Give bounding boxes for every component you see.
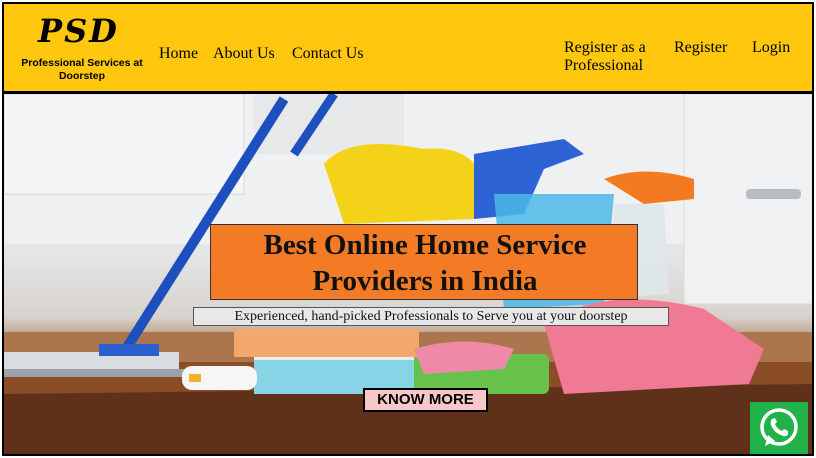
hero-banner: Best Online Home Service Providers in In… xyxy=(4,94,812,454)
nav-home-link[interactable]: Home xyxy=(159,45,198,63)
know-more-button[interactable]: KNOW MORE xyxy=(363,388,488,412)
hero-headline: Best Online Home Service Providers in In… xyxy=(263,229,587,297)
whatsapp-button[interactable] xyxy=(750,402,808,454)
nav-register-link[interactable]: Register xyxy=(674,39,727,57)
site-header: PSD Professional Services at Doorstep Ho… xyxy=(4,4,812,94)
page-frame: PSD Professional Services at Doorstep Ho… xyxy=(2,2,814,456)
logo-subtitle: Professional Services at Doorstep xyxy=(21,57,143,82)
nav-about-link[interactable]: About Us xyxy=(213,45,275,63)
hero-subtitle: Experienced, hand-picked Professionals t… xyxy=(193,307,669,326)
headline-box: Best Online Home Service Providers in In… xyxy=(210,224,638,300)
nav-register-professional-link[interactable]: Register as a Professional xyxy=(564,39,660,75)
whatsapp-icon xyxy=(760,408,798,446)
nav-login-link[interactable]: Login xyxy=(752,39,790,57)
logo-title[interactable]: PSD xyxy=(38,12,119,50)
nav-contact-link[interactable]: Contact Us xyxy=(292,45,364,63)
